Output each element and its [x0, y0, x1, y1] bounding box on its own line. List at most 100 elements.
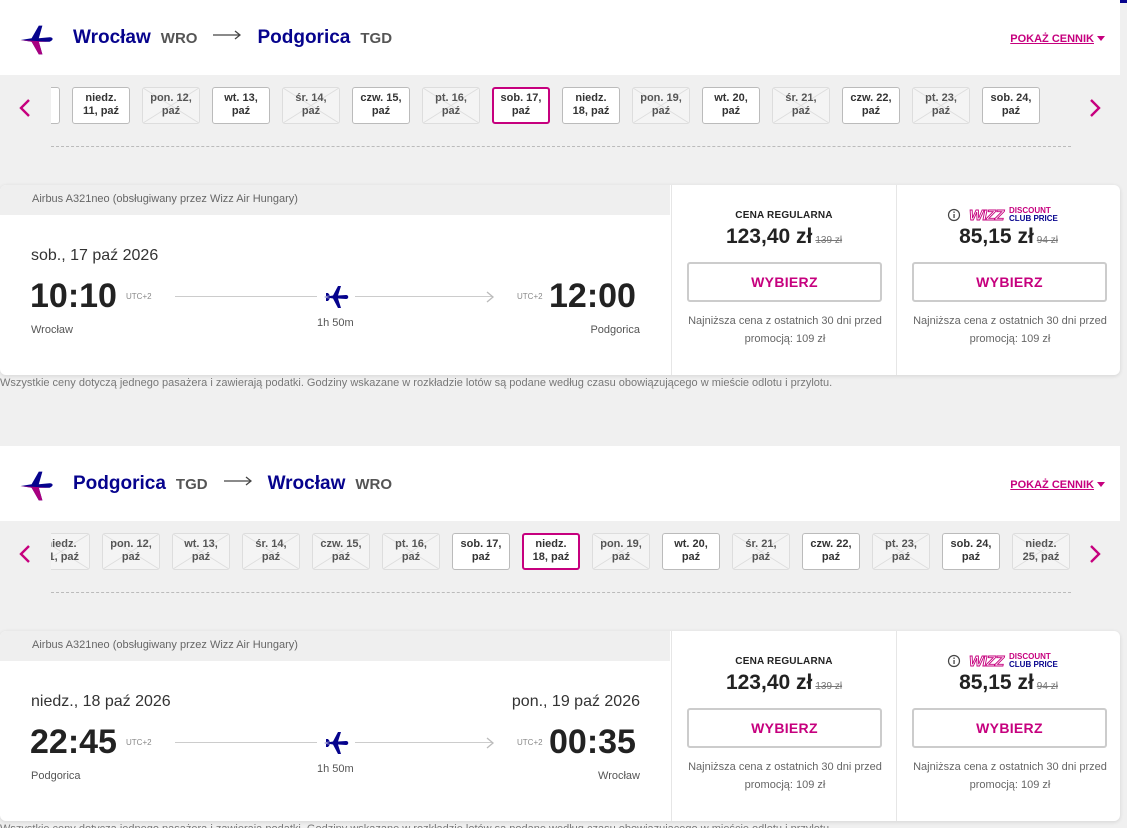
select-regular-button[interactable]: WYBIERZ	[687, 708, 882, 748]
date-option-label: czw. 22,	[850, 92, 892, 104]
date-option[interactable]: pon. 19, paź	[592, 533, 650, 570]
date-option[interactable]: niedz. 18, paź	[562, 87, 620, 124]
date-option[interactable]: wt. 20, paź	[702, 87, 760, 124]
date-option[interactable]: niedz. 25, paź	[1012, 533, 1070, 570]
date-option-label: wt. 13,	[184, 538, 218, 550]
date-option-label: niedz.	[1025, 538, 1057, 550]
regular-price-option: CENA REGULARNA 123,40 zł 139 zł WYBIERZ N…	[671, 185, 896, 375]
discount-price: 85,15 zł 94 zł	[897, 225, 1120, 249]
regular-price: 123,40 zł 139 zł	[672, 671, 896, 695]
dates-viewport: sob. 10,paź niedz.11, paź pon. 12,paź wt. 1…	[51, 87, 1071, 127]
info-icon[interactable]	[947, 654, 960, 668]
route-arrow-icon	[223, 476, 252, 486]
date-option-label: czw. 15,	[360, 92, 402, 104]
regular-price-old: 139 zł	[815, 681, 843, 692]
departure-date: sob., 17 paź 2026	[31, 247, 159, 264]
date-option[interactable]: sob. 24, paź	[982, 87, 1040, 124]
date-option[interactable]: czw. 22, paź	[842, 87, 900, 124]
select-regular-button[interactable]: WYBIERZ	[687, 262, 882, 302]
regular-price-value: 123,40 zł	[725, 671, 813, 694]
show-price-list-link[interactable]: POKAŻ CENNIK	[1010, 479, 1105, 491]
destination-city: Podgorica	[257, 27, 351, 48]
date-option[interactable]: śr. 21, paź	[772, 87, 830, 124]
date-option[interactable]: pon. 19, paź	[632, 87, 690, 124]
discount-club-logo-graphic: WIZZ DISCOUNT CLUB PRICE	[947, 206, 1058, 224]
date-option[interactable]: pon. 12, paź	[142, 87, 200, 124]
origin-code: TGD	[175, 476, 208, 493]
chevron-right-icon[interactable]	[1088, 97, 1102, 119]
departure-time: 10:10	[30, 277, 117, 315]
date-option-label: 11, paź	[51, 551, 80, 563]
svg-text:WIZZ: WIZZ	[969, 207, 1005, 224]
flight-track	[175, 732, 495, 754]
departure-date: niedz., 18 paź 2026	[31, 693, 171, 710]
date-option[interactable]: czw. 15, paź	[312, 533, 370, 570]
show-price-list-link[interactable]: POKAŻ CENNIK	[1010, 33, 1105, 45]
discount-price-old: 94 zł	[1036, 681, 1058, 692]
date-option[interactable]: sob. 17, paź	[452, 533, 510, 570]
date-option[interactable]: pt. 23, paź	[872, 533, 930, 570]
select-discount-button[interactable]: WYBIERZ	[912, 708, 1107, 748]
date-option[interactable]: niedz.11, paź	[51, 533, 90, 570]
date-option[interactable]: pon. 12, paź	[102, 533, 160, 570]
regular-price-label: CENA REGULARNA	[735, 210, 833, 221]
date-option[interactable]: wt. 13, paź	[212, 87, 270, 124]
dates-row: niedz.11, paźpon. 12,paźwt. 13,paźśr. 14…	[51, 533, 1071, 570]
date-option-label: niedz.	[535, 538, 567, 550]
date-option-label: paź	[681, 551, 701, 563]
date-option-label: paź	[371, 105, 391, 117]
discount-club-logo-graphic: WIZZ DISCOUNT CLUB PRICE	[947, 652, 1058, 670]
aircraft-info: Airbus A321neo (obsługiwany przez Wizz A…	[0, 631, 670, 661]
date-option-label: pt. 23,	[925, 92, 957, 104]
chevron-left-icon[interactable]	[18, 97, 32, 119]
date-option[interactable]: sob. 17, paź	[492, 87, 550, 124]
date-option-label: niedz.	[51, 538, 77, 550]
origin-city: Wrocław	[73, 27, 151, 48]
date-option[interactable]: wt. 20, paź	[662, 533, 720, 570]
flight-track	[175, 286, 495, 308]
date-option-label: sob. 17,	[500, 92, 542, 104]
date-option-label: wt. 20,	[674, 538, 708, 550]
date-option-label: pon. 19,	[640, 92, 682, 104]
date-option-label: paź	[821, 551, 841, 563]
discount-club-logo: WIZZ DISCOUNT CLUB PRICE	[897, 651, 1120, 671]
arrival-timezone: UTC+2	[517, 292, 543, 301]
chevron-left-icon[interactable]	[18, 543, 32, 565]
price-disclaimer: Wszystkie ceny dotyczą jednego pasażera …	[0, 377, 833, 389]
date-option-label: paź	[611, 551, 631, 563]
caret-down-icon	[1097, 482, 1105, 487]
date-option-label: śr. 14,	[295, 92, 327, 104]
arrival-timezone: UTC+2	[517, 738, 543, 747]
info-icon[interactable]	[947, 208, 960, 222]
discount-price-old: 94 zł	[1036, 235, 1058, 246]
date-option-label: paź	[191, 551, 211, 563]
date-option[interactable]: śr. 21, paź	[732, 533, 790, 570]
date-option-label: paź	[891, 551, 911, 563]
discount-price-value: 85,15 zł	[959, 671, 1034, 694]
date-option[interactable]: pt. 23, paź	[912, 87, 970, 124]
date-option[interactable]: czw. 22, paź	[802, 533, 860, 570]
date-option[interactable]: śr. 14, paź	[242, 533, 300, 570]
date-selector: niedz.11, paźpon. 12,paźwt. 13,paźśr. 14…	[0, 521, 1127, 631]
discount-club-price-option: WIZZ DISCOUNT CLUB PRICE 85,15 zł 94 zł W…	[896, 185, 1120, 375]
date-option[interactable]: sob. 24, paź	[942, 533, 1000, 570]
date-option-label: paź	[301, 105, 321, 117]
flight-card: Airbus A321neo (obsługiwany przez Wizz A…	[0, 631, 1120, 821]
chevron-right-icon[interactable]	[1088, 543, 1102, 565]
date-option-label: paź	[511, 105, 531, 117]
date-option-label: paź	[721, 105, 741, 117]
date-option-label: paź	[751, 551, 771, 563]
origin-city: Podgorica	[73, 473, 166, 494]
date-option[interactable]: pt. 16, paź	[382, 533, 440, 570]
discount-price-value: 85,15 zł	[959, 225, 1034, 248]
date-option[interactable]: niedz. 18, paź	[522, 533, 580, 570]
date-option[interactable]: czw. 15, paź	[352, 87, 410, 124]
date-option[interactable]: sob. 10,paź	[51, 87, 60, 124]
date-option[interactable]: śr. 14, paź	[282, 87, 340, 124]
lowest-price-note: Najniższa cena z ostatnich 30 dni przed …	[688, 761, 882, 791]
track-line	[175, 742, 317, 743]
date-option[interactable]: niedz.11, paź	[72, 87, 130, 124]
select-discount-button[interactable]: WYBIERZ	[912, 262, 1107, 302]
date-option[interactable]: wt. 13, paź	[172, 533, 230, 570]
date-option[interactable]: pt. 16, paź	[422, 87, 480, 124]
